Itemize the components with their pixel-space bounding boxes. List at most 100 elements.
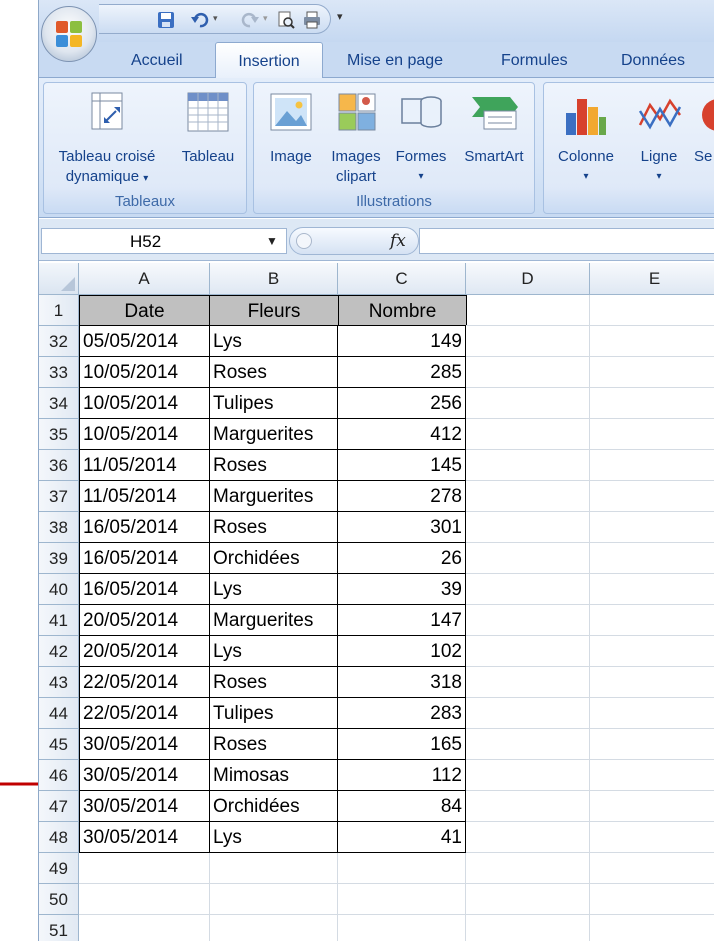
cell-fleur[interactable]: Roses — [210, 357, 338, 388]
name-box[interactable]: H52 ▼ — [41, 228, 287, 254]
header-cell-fleurs[interactable]: Fleurs — [209, 295, 339, 326]
cell-fleur[interactable]: Tulipes — [210, 698, 338, 729]
row-header[interactable]: 50 — [39, 884, 79, 915]
grid-cell[interactable] — [590, 357, 714, 388]
row-header[interactable]: 47 — [39, 791, 79, 822]
cell-nombre[interactable]: 165 — [338, 729, 466, 760]
cell-date[interactable]: 20/05/2014 — [79, 605, 210, 636]
grid-cell[interactable] — [466, 512, 590, 543]
row-header[interactable]: 33 — [39, 357, 79, 388]
row-header[interactable]: 41 — [39, 605, 79, 636]
select-all-button[interactable] — [39, 263, 79, 295]
cell-fleur[interactable]: Marguerites — [210, 481, 338, 512]
cell-date[interactable]: 16/05/2014 — [79, 574, 210, 605]
row-header[interactable]: 37 — [39, 481, 79, 512]
grid-cell[interactable] — [466, 636, 590, 667]
grid-cell[interactable] — [590, 853, 714, 884]
row-header[interactable]: 44 — [39, 698, 79, 729]
cell-nombre[interactable]: 301 — [338, 512, 466, 543]
cell-fleur[interactable]: Roses — [210, 729, 338, 760]
row-header[interactable]: 34 — [39, 388, 79, 419]
cell-nombre[interactable]: 256 — [338, 388, 466, 419]
cell-date[interactable]: 10/05/2014 — [79, 419, 210, 450]
grid-cell[interactable] — [466, 884, 590, 915]
cell-nombre[interactable]: 149 — [338, 326, 466, 357]
print-icon[interactable] — [303, 11, 321, 29]
cell-nombre[interactable]: 278 — [338, 481, 466, 512]
cell-date[interactable]: 11/05/2014 — [79, 481, 210, 512]
grid-cell[interactable] — [590, 574, 714, 605]
cell-date[interactable]: 10/05/2014 — [79, 357, 210, 388]
grid-cell[interactable] — [338, 915, 466, 941]
customize-dropdown-icon[interactable]: ▾ — [337, 10, 343, 23]
tab-mise-en-page[interactable]: Mise en page — [347, 52, 443, 70]
grid-cell[interactable] — [79, 853, 210, 884]
grid-cell[interactable] — [590, 481, 714, 512]
grid-cell[interactable] — [338, 884, 466, 915]
cell-fleur[interactable]: Orchidées — [210, 543, 338, 574]
grid-cell[interactable] — [466, 791, 590, 822]
grid-cell[interactable] — [466, 543, 590, 574]
row-header[interactable]: 36 — [39, 450, 79, 481]
grid-cell[interactable] — [590, 822, 714, 853]
grid-cell[interactable] — [338, 853, 466, 884]
name-box-dropdown-icon[interactable]: ▼ — [266, 234, 278, 248]
grid-cell[interactable] — [210, 884, 338, 915]
grid-cell[interactable] — [466, 326, 590, 357]
office-button[interactable] — [41, 6, 97, 62]
formula-input[interactable] — [419, 228, 714, 254]
row-header[interactable]: 48 — [39, 822, 79, 853]
grid-cell[interactable] — [590, 884, 714, 915]
cell-fleur[interactable]: Marguerites — [210, 419, 338, 450]
cell-fleur[interactable]: Marguerites — [210, 605, 338, 636]
grid-cell[interactable] — [466, 450, 590, 481]
column-header-d[interactable]: D — [466, 263, 590, 295]
column-header-a[interactable]: A — [79, 263, 210, 295]
row-header[interactable]: 35 — [39, 419, 79, 450]
row-header[interactable]: 39 — [39, 543, 79, 574]
grid-cell[interactable] — [466, 822, 590, 853]
grid-cell[interactable] — [466, 853, 590, 884]
grid-cell[interactable] — [590, 450, 714, 481]
insert-function-button[interactable]: fx — [390, 231, 406, 251]
grid-cell[interactable] — [210, 915, 338, 941]
cell-date[interactable]: 10/05/2014 — [79, 388, 210, 419]
cell-date[interactable]: 16/05/2014 — [79, 543, 210, 574]
cell-date[interactable]: 05/05/2014 — [79, 326, 210, 357]
tab-accueil[interactable]: Accueil — [131, 52, 183, 70]
cell-nombre[interactable]: 26 — [338, 543, 466, 574]
cell-date[interactable]: 30/05/2014 — [79, 822, 210, 853]
grid-cell[interactable] — [590, 791, 714, 822]
grid-cell[interactable] — [466, 698, 590, 729]
grid-cell[interactable] — [210, 853, 338, 884]
tab-insertion[interactable]: Insertion — [215, 42, 323, 79]
redo-icon[interactable] — [241, 11, 259, 29]
grid-cell[interactable] — [590, 729, 714, 760]
undo-icon[interactable] — [191, 11, 209, 29]
row-header[interactable]: 43 — [39, 667, 79, 698]
cell-date[interactable]: 30/05/2014 — [79, 729, 210, 760]
grid-cell[interactable] — [466, 419, 590, 450]
tab-donnees[interactable]: Données — [621, 52, 685, 70]
save-icon[interactable] — [157, 11, 175, 29]
grid-cell[interactable] — [466, 605, 590, 636]
grid-cell[interactable] — [590, 636, 714, 667]
row-header[interactable]: 38 — [39, 512, 79, 543]
cell-date[interactable]: 30/05/2014 — [79, 760, 210, 791]
column-header-c[interactable]: C — [338, 263, 466, 295]
cell-fleur[interactable]: Lys — [210, 822, 338, 853]
grid-cell[interactable] — [590, 295, 714, 326]
cell-fleur[interactable]: Roses — [210, 512, 338, 543]
grid-cell[interactable] — [590, 543, 714, 574]
cell-nombre[interactable]: 112 — [338, 760, 466, 791]
cell-nombre[interactable]: 102 — [338, 636, 466, 667]
grid-cell[interactable] — [466, 729, 590, 760]
grid-cell[interactable] — [590, 698, 714, 729]
row-header[interactable]: 49 — [39, 853, 79, 884]
grid-cell[interactable] — [590, 915, 714, 941]
cell-nombre[interactable]: 145 — [338, 450, 466, 481]
grid-cell[interactable] — [590, 419, 714, 450]
grid-cell[interactable] — [590, 388, 714, 419]
cell-fleur[interactable]: Roses — [210, 450, 338, 481]
grid-cell[interactable] — [466, 915, 590, 941]
